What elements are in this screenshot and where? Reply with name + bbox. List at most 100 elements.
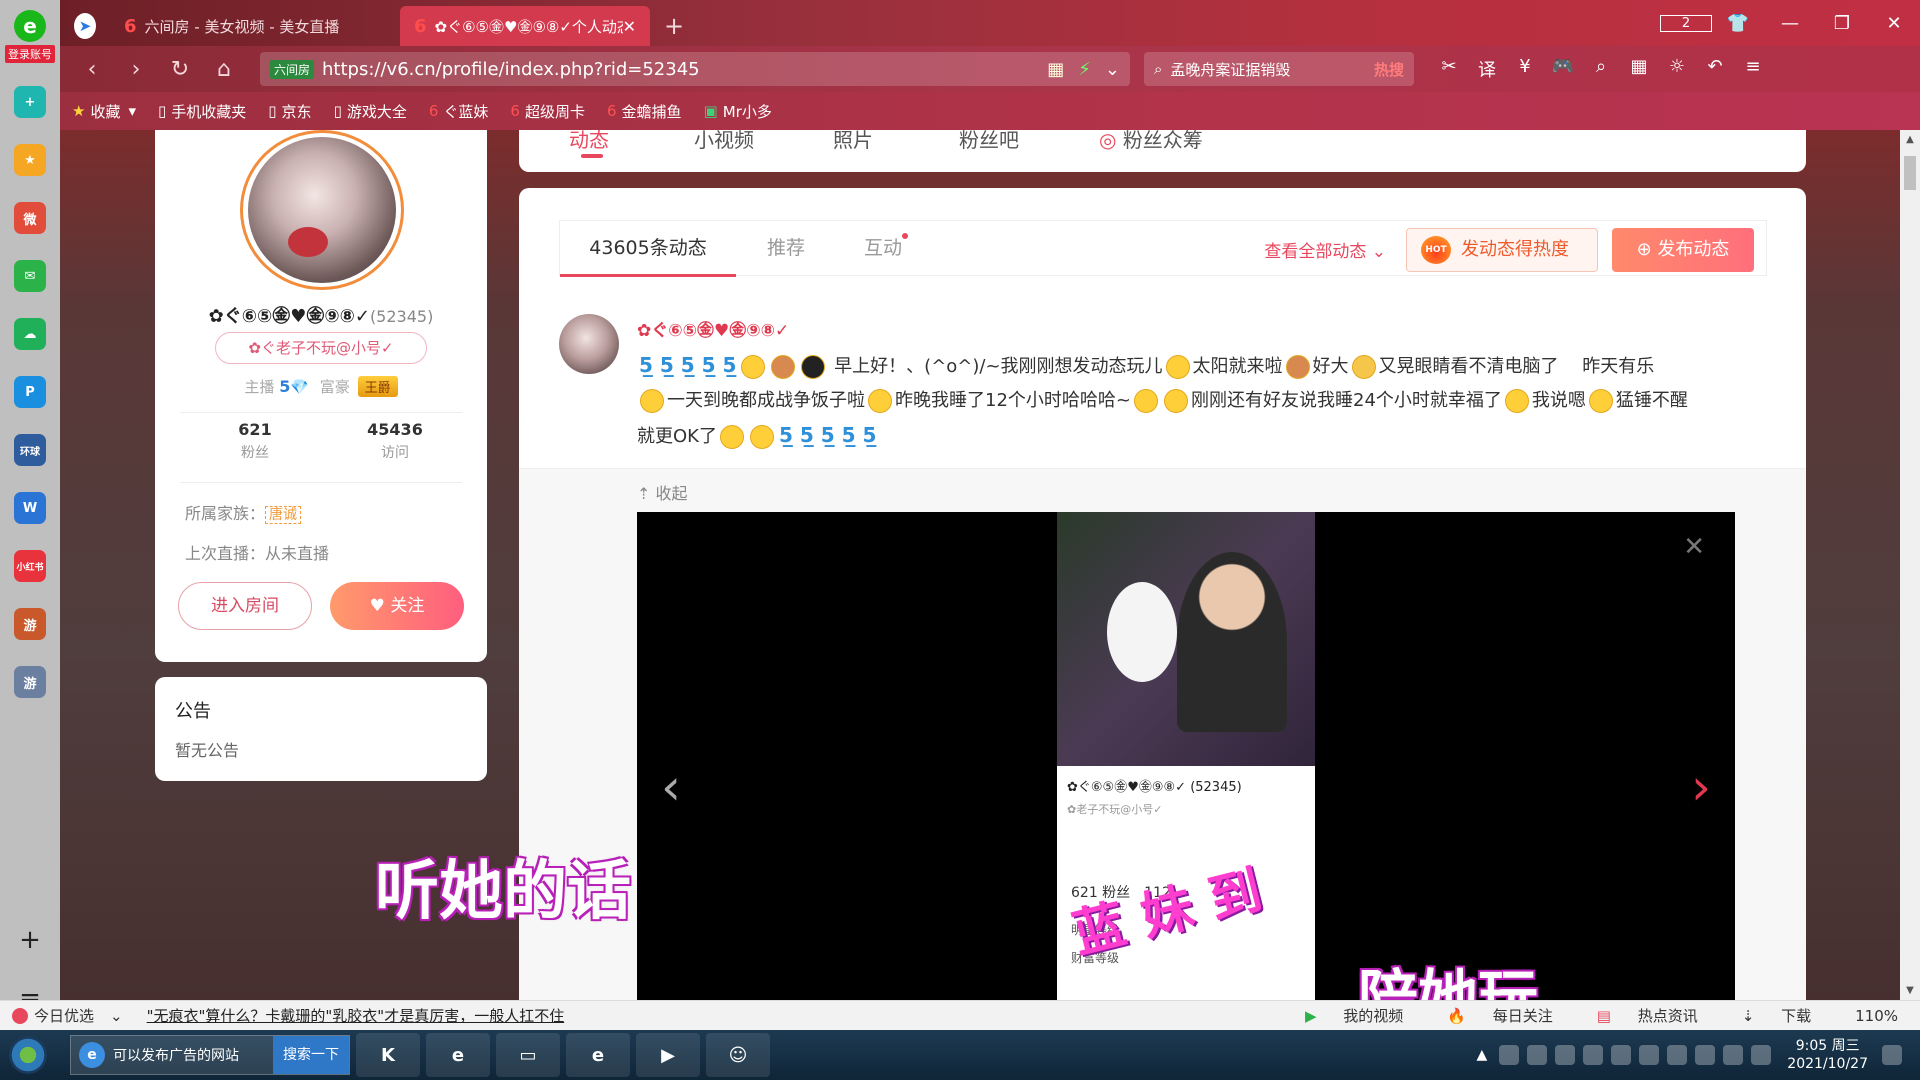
download-link[interactable]: ⇣ 下载	[1742, 1005, 1833, 1026]
tab-photos[interactable]: 照片	[833, 130, 873, 153]
browser-logo[interactable]: e 登录账号	[1, 0, 59, 72]
gamepad-icon[interactable]: 🎮	[1544, 56, 1582, 82]
post-author-avatar[interactable]	[559, 314, 619, 374]
taskbar-search[interactable]: e 可以发布广告的网站 搜索一下	[70, 1035, 350, 1075]
cloud-icon[interactable]: ☁	[14, 318, 46, 350]
ie-app-icon[interactable]: e	[426, 1033, 490, 1077]
tray-icon[interactable]	[1583, 1045, 1604, 1065]
bookmark-item[interactable]: 6 ぐ蓝妹	[429, 101, 489, 122]
taskbar-search-button[interactable]: 搜索一下	[273, 1036, 349, 1074]
folder-app-icon[interactable]: ▭	[496, 1033, 560, 1077]
refresh-button[interactable]: ↻	[158, 57, 202, 82]
scroll-down-icon[interactable]: ▼	[1900, 985, 1920, 996]
tray-icon[interactable]	[1499, 1045, 1520, 1065]
tab-recommend[interactable]: 推荐	[736, 221, 836, 277]
menu-icon[interactable]: ≡	[1734, 56, 1772, 82]
coin-icon[interactable]: ¥	[1506, 56, 1544, 82]
tab-short-video[interactable]: 小视频	[694, 130, 754, 153]
translate-icon[interactable]: 译	[1468, 56, 1506, 82]
network-icon[interactable]	[1723, 1045, 1744, 1065]
doc-icon[interactable]: W	[14, 492, 46, 524]
scroll-thumb[interactable]	[1904, 156, 1916, 190]
bookmark-item[interactable]: 6 金蟾捕鱼	[607, 101, 682, 122]
scroll-up-icon[interactable]: ▲	[1900, 134, 1920, 145]
tray-icon[interactable]	[1695, 1045, 1716, 1065]
home-button[interactable]: ⌂	[202, 57, 246, 82]
restore-button[interactable]: ❐	[1816, 0, 1868, 46]
family-tag[interactable]: 唐诚	[265, 506, 302, 524]
tab-fan-club[interactable]: 粉丝吧	[959, 130, 1019, 153]
xiaohongshu-icon[interactable]: 小红书	[14, 550, 46, 582]
forward-button[interactable]: ›	[114, 57, 158, 82]
tab-fan-crowdfunding[interactable]: ◎ 粉丝众筹	[1099, 130, 1203, 153]
lightning-icon[interactable]: ⚡	[1078, 59, 1091, 80]
hot-post-button[interactable]: HOT 发动态得热度	[1406, 228, 1598, 272]
volume-icon[interactable]	[1751, 1045, 1772, 1065]
browser-app-icon[interactable]: e	[566, 1033, 630, 1077]
tab-interaction[interactable]: 互动	[836, 221, 936, 277]
post-author-name[interactable]: ✿ぐ⑥⑤㊎♥㊎⑨⑧✓	[637, 316, 789, 341]
bookmark-item[interactable]: ▯ 游戏大全	[334, 101, 407, 122]
url-input[interactable]: 六间房 https://v6.cn/profile/index.php?rid=…	[260, 52, 1130, 86]
bookmark-item[interactable]: ▣ Mr小多	[704, 101, 772, 122]
add-icon[interactable]: +	[19, 910, 41, 970]
chat-app-icon[interactable]: ☺	[706, 1033, 770, 1077]
plus-circle-icon[interactable]: +	[14, 86, 46, 118]
tab-all-posts[interactable]: 43605条动态	[560, 221, 736, 277]
close-window-button[interactable]: ✕	[1868, 0, 1920, 46]
enter-room-button[interactable]: 进入房间	[178, 582, 312, 630]
apps-grid-icon[interactable]: ▦	[1620, 56, 1658, 82]
follow-button[interactable]: ♥ 关注	[330, 582, 464, 630]
avatar[interactable]	[240, 130, 404, 290]
chevron-down-icon[interactable]: ⌄	[110, 1007, 123, 1025]
weibo-icon[interactable]: 微	[14, 202, 46, 234]
page-scrollbar[interactable]: ▲ ▼	[1900, 130, 1920, 1000]
skin-icon[interactable]: 👕	[1712, 0, 1764, 46]
news-icon[interactable]: 环球	[14, 434, 46, 466]
tab-dynamics[interactable]: 动态	[569, 130, 609, 153]
new-tab-button[interactable]: +	[650, 6, 698, 46]
bookmark-item[interactable]: 6 超级周卡	[510, 101, 585, 122]
close-tab-icon[interactable]: ✕	[623, 17, 636, 36]
mail-icon[interactable]: ✉	[14, 260, 46, 292]
bookmark-item[interactable]: ▯ 手机收藏夹	[158, 101, 246, 122]
collapse-button[interactable]: ⇡ 收起	[637, 480, 688, 504]
tray-icon[interactable]	[1555, 1045, 1576, 1065]
fans-stat[interactable]: 621 粉丝	[185, 420, 325, 462]
my-video-link[interactable]: ▶ 我的视频	[1305, 1005, 1425, 1026]
tray-icon[interactable]	[1639, 1045, 1660, 1065]
prev-image-icon[interactable]: ‹	[661, 762, 681, 812]
notification-icon[interactable]	[1882, 1045, 1902, 1065]
tray-expand-icon[interactable]: ▲	[1477, 1047, 1488, 1063]
close-icon[interactable]: ✕	[1683, 532, 1705, 562]
qr-icon[interactable]: ▦	[1047, 59, 1064, 80]
tab-profile[interactable]: 6 ✿ぐ⑥⑤㊎♥㊎⑨⑧✓个人动态 ✕	[400, 6, 650, 46]
search-input[interactable]: ⌕ 孟晚舟案证据销毁 热搜	[1144, 52, 1414, 86]
p-app-icon[interactable]: P	[14, 376, 46, 408]
video-app-icon[interactable]: ▶	[636, 1033, 700, 1077]
news-link[interactable]: "无痕衣"算什么？卡戴珊的"乳胶衣"才是真厉害，一般人扛不住	[147, 1005, 565, 1026]
view-all-posts-dropdown[interactable]: 查看全部动态 ⌄	[1264, 237, 1386, 262]
tray-icon[interactable]	[1611, 1045, 1632, 1065]
game-icon[interactable]: 游	[14, 608, 46, 640]
kugou-app-icon[interactable]: K	[356, 1033, 420, 1077]
todays-pick[interactable]: 今日优选	[12, 1005, 94, 1026]
publish-post-button[interactable]: ⊕ 发布动态	[1612, 228, 1754, 272]
scissors-icon[interactable]: ✂	[1430, 56, 1468, 82]
hot-news-link[interactable]: ▤ 热点资讯	[1597, 1005, 1720, 1026]
tab-liujianfang[interactable]: 6 六间房 - 美女视频 - 美女直播	[110, 6, 400, 46]
undo-icon[interactable]: ↶	[1696, 56, 1734, 82]
game2-icon[interactable]: 游	[14, 666, 46, 698]
clock[interactable]: 9:05 周三 2021/10/27	[1787, 1037, 1868, 1073]
zoom-icon[interactable]: ⌕	[1582, 56, 1620, 82]
tray-icon[interactable]	[1667, 1045, 1688, 1065]
daily-follow-link[interactable]: 🔥 每日关注	[1447, 1005, 1574, 1026]
start-button[interactable]	[0, 1030, 56, 1080]
tab-counter-icon[interactable]: 2	[1660, 0, 1712, 46]
star-icon[interactable]: ★	[14, 144, 46, 176]
zoom-level[interactable]: 110%	[1855, 1007, 1898, 1025]
next-image-icon[interactable]: ›	[1691, 762, 1711, 812]
brightness-icon[interactable]: ☼	[1658, 56, 1696, 82]
tray-icon[interactable]	[1527, 1045, 1548, 1065]
minimize-button[interactable]: —	[1764, 0, 1816, 46]
